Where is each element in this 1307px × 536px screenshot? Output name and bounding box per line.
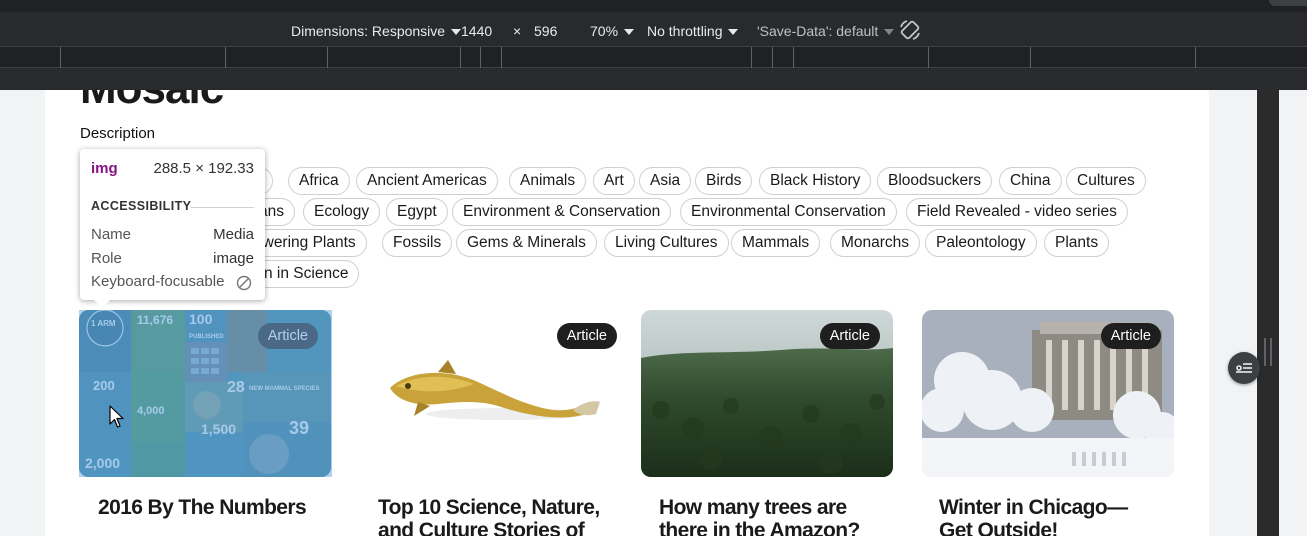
mouse-cursor-icon: [109, 405, 124, 428]
accessibility-heading: ACCESSIBILITY: [91, 199, 254, 213]
resize-handle-icon[interactable]: [1264, 338, 1272, 366]
svg-text:4,000: 4,000: [137, 405, 165, 417]
inspect-tooltip: img 288.5 × 192.33 ACCESSIBILITY Name Med…: [80, 149, 265, 308]
save-data-dropdown[interactable]: 'Save-Data': default: [757, 12, 895, 46]
element-dimensions: 288.5 × 192.33: [153, 160, 254, 177]
card-badge: Article: [556, 323, 617, 349]
dimensions-dropdown[interactable]: Dimensions: Responsive: [291, 12, 462, 46]
throttling-label: No throttling: [647, 23, 723, 39]
tag-chip[interactable]: Asia: [639, 167, 692, 195]
page-title: Mosaic: [80, 90, 224, 114]
tag-chip[interactable]: Living Cultures: [604, 229, 729, 257]
tag-chip[interactable]: Paleontology: [925, 229, 1037, 257]
chevron-down-icon: [728, 29, 739, 35]
tooltip-keyboard-row: Keyboard-focusable: [91, 273, 254, 291]
card-badge: Article: [257, 323, 318, 349]
tag-chip[interactable]: Birds: [695, 167, 753, 195]
svg-text:100: 100: [189, 311, 213, 327]
tooltip-name-row: Name Media: [91, 226, 254, 243]
tag-chip[interactable]: Art: [593, 167, 635, 195]
tag-chip[interactable]: China: [999, 167, 1062, 195]
tag-chip[interactable]: Monarchs: [830, 229, 921, 257]
tooltip-role-row: Role image: [91, 250, 254, 267]
tooltip-header: img 288.5 × 192.33: [91, 160, 254, 177]
card-badge: Article: [819, 323, 880, 349]
list-settings-icon: [1236, 363, 1252, 373]
rotate-icon[interactable]: [898, 18, 922, 42]
card-title[interactable]: How many trees are there in the Amazon?: [659, 496, 860, 536]
svg-text:1 ARM: 1 ARM: [91, 319, 116, 328]
throttling-dropdown[interactable]: No throttling: [647, 12, 739, 46]
save-data-label: 'Save-Data': default: [757, 23, 879, 39]
width-input[interactable]: 1440: [461, 12, 492, 46]
tag-chip[interactable]: Fossils: [382, 229, 453, 257]
tag-chip[interactable]: Black History: [759, 167, 872, 195]
tag-chip[interactable]: Animals: [509, 167, 587, 195]
viewport-resize-bar[interactable]: [1257, 90, 1279, 536]
device-toolbar: Dimensions: Responsive 1440 × 596 70% No…: [0, 12, 1307, 46]
svg-text:11,676: 11,676: [137, 313, 173, 327]
card-image-infographic[interactable]: 1 ARM 11,676 100 PUBLISHED 200 28 NEW MA…: [79, 310, 331, 477]
chevron-down-icon: [624, 29, 635, 35]
tag-chip[interactable]: Africa: [288, 167, 350, 195]
chevron-down-icon: [451, 29, 462, 35]
zoom-label: 70%: [590, 23, 619, 39]
tag-chip[interactable]: Egypt: [386, 198, 448, 226]
svg-text:NEW MAMMAL SPECIES: NEW MAMMAL SPECIES: [249, 386, 320, 392]
tag-chip[interactable]: Cultures: [1066, 167, 1146, 195]
card-title[interactable]: Top 10 Science, Nature, and Culture Stori…: [378, 496, 600, 536]
ruler: [0, 68, 1307, 90]
chevron-down-icon: [884, 29, 895, 35]
tag-chip[interactable]: Ecology: [303, 198, 381, 226]
tag-chip[interactable]: Bloodsuckers: [877, 167, 993, 195]
tag-chip[interactable]: Gems & Minerals: [456, 229, 597, 257]
tag-chip[interactable]: Field Revealed - video series: [906, 198, 1128, 226]
tag-chip[interactable]: Ancient Americas: [356, 167, 498, 195]
card-image-winter[interactable]: Article: [922, 310, 1174, 477]
svg-text:39: 39: [289, 418, 309, 438]
svg-text:200: 200: [93, 378, 115, 393]
viewport-gutter-left: [0, 90, 45, 536]
height-value: 596: [534, 23, 558, 39]
dimension-separator: ×: [513, 23, 522, 39]
floating-list-button[interactable]: [1228, 352, 1260, 384]
window-notch: [1269, 0, 1307, 6]
card-title[interactable]: 2016 By The Numbers: [98, 496, 307, 519]
element-tag: img: [91, 160, 118, 177]
card-image-amazon[interactable]: Article: [641, 310, 893, 477]
width-value: 1440: [461, 23, 493, 39]
media-query-bar[interactable]: [0, 46, 1307, 68]
tag-chip[interactable]: Environmental Conservation: [680, 198, 897, 226]
card-title[interactable]: Winter in Chicago— Get Outside!: [939, 496, 1128, 536]
svg-text:2,000: 2,000: [85, 455, 120, 471]
dimensions-label: Dimensions: Responsive: [291, 23, 446, 39]
svg-text:1,500: 1,500: [201, 421, 236, 437]
svg-text:28: 28: [227, 379, 245, 396]
devtools-top-bar: [0, 0, 1307, 12]
description-label: Description: [80, 125, 156, 142]
tag-chip[interactable]: Plants: [1044, 229, 1110, 257]
tag-chip[interactable]: Environment & Conservation: [452, 198, 672, 226]
card-image-fossil[interactable]: Article: [378, 310, 630, 477]
zoom-dropdown[interactable]: 70%: [590, 12, 635, 46]
tag-chip[interactable]: Mammals: [731, 229, 821, 257]
svg-text:PUBLISHED: PUBLISHED: [189, 334, 224, 340]
card-badge: Article: [1100, 323, 1161, 349]
no-entry-icon: [236, 275, 252, 291]
height-input[interactable]: 596: [534, 12, 557, 46]
